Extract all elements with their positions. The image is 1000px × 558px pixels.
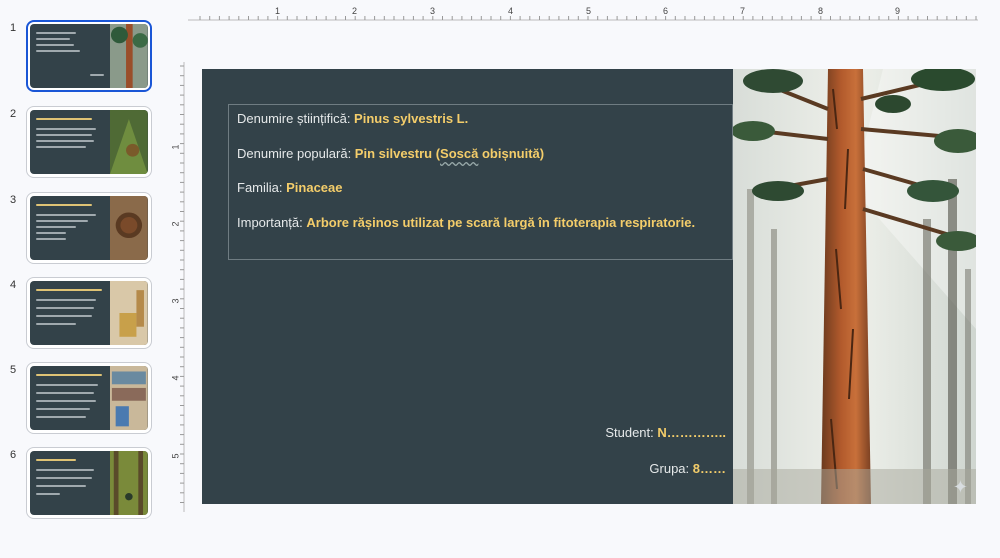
slide-thumbnail-4[interactable] [26,277,152,349]
popular-name-label: Denumire populară: [237,146,355,161]
vertical-ruler[interactable]: 1 2 3 4 5 [170,62,186,512]
family-line: Familia: Pinaceae [237,177,343,199]
ruler-label: 5 [170,453,181,459]
ruler-label: 2 [352,6,358,16]
popular-name-value-a: Pin silvestru ( [354,146,441,161]
ruler-label: 8 [818,6,824,16]
family-value: Pinaceae [286,180,343,195]
ruler-label: 4 [508,6,514,16]
slide-thumbnail-2[interactable] [26,106,152,178]
popular-name-line: Denumire populară: Pin silvestru (Soscă … [237,143,544,165]
slide-thumbnail-row-4[interactable]: 4 [0,277,168,357]
slide-thumbnail-row-3[interactable]: 3 [0,192,168,272]
student-line[interactable]: Student: N………….. [605,425,726,440]
importance-line: Importanță: Arbore rășinos utilizat pe s… [237,212,727,234]
scientific-name-line: Denumire științifică: Pinus sylvestris L… [237,108,468,130]
ruler-label: 9 [895,6,901,16]
sparkle-icon: ✦ [952,477,968,497]
slide-thumbnail-row-6[interactable]: 6 [0,447,168,527]
ruler-label: 6 [663,6,669,16]
student-value: N………….. [657,425,726,440]
ruler-label: 3 [430,6,436,16]
spellcheck-word[interactable]: Soscă [440,146,478,161]
slide-thumbnail-1[interactable] [26,20,152,92]
student-label: Student: [605,425,658,440]
slide-thumbnail-row-5[interactable]: 5 [0,362,168,442]
scientific-name-label: Denumire științifică: [237,111,355,126]
slide-thumbnail-5[interactable] [26,362,152,434]
ruler-label: 1 [170,144,181,150]
slide-number: 3 [10,194,17,206]
slide-number: 6 [10,449,17,461]
horizontal-ruler[interactable]: 1 2 3 4 5 6 7 8 9 [188,4,978,22]
group-line[interactable]: Grupa: 8…… [649,461,726,476]
popular-name-value-c: obișnuită) [478,146,545,161]
info-text-box[interactable]: Denumire științifică: Pinus sylvestris L… [228,104,733,260]
group-label: Grupa: [649,461,693,476]
ruler-label: 4 [170,375,181,381]
slide-number: 2 [10,108,17,120]
ruler-label: 7 [740,6,746,16]
slide-canvas[interactable]: Denumire științifică: Pinus sylvestris L… [202,69,976,504]
importance-value: Arbore rășinos utilizat pe scară largă î… [306,215,696,230]
slide-thumbnail-row-2[interactable]: 2 [0,106,168,186]
slide-number: 5 [10,364,17,376]
slide-thumbnail-3[interactable] [26,192,152,264]
importance-label: Importanță: [237,215,307,230]
scientific-name-value: Pinus sylvestris L. [354,111,469,126]
ruler-label: 5 [586,6,592,16]
ruler-label: 3 [170,298,181,304]
ruler-label: 1 [275,6,281,16]
family-label: Familia: [237,180,287,195]
slide-thumbnail-6[interactable] [26,447,152,519]
slide-number: 4 [10,279,17,291]
pine-tree-photo[interactable] [733,69,976,504]
ruler-label: 2 [170,221,181,227]
slide-number: 1 [10,22,17,34]
slide-filmstrip: 1 2 3 4 5 6 [0,0,168,558]
group-value: 8…… [692,461,726,476]
slide-thumbnail-row-1[interactable]: 1 [0,20,168,100]
